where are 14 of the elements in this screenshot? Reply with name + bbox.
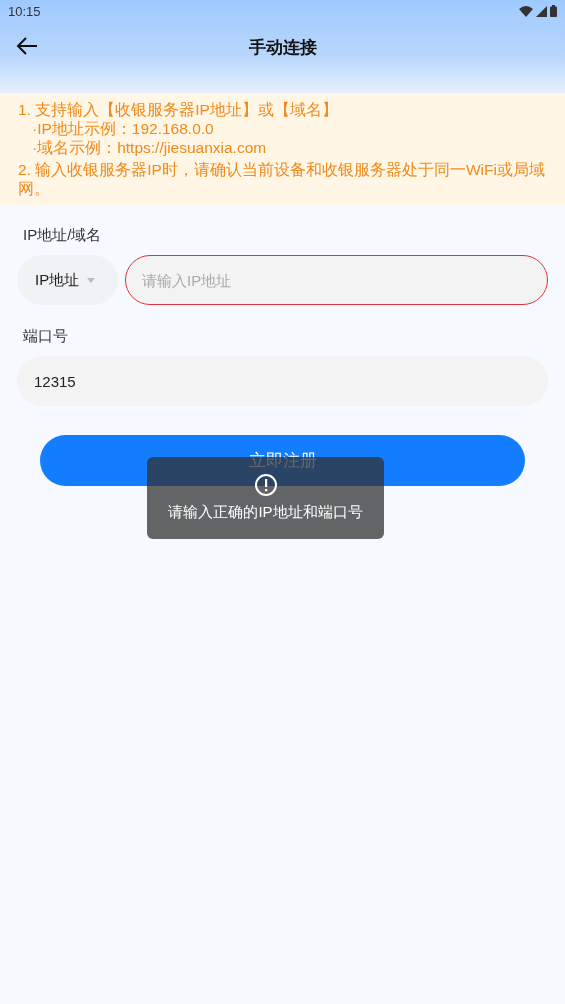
page-title: 手动连接 <box>248 36 317 59</box>
wifi-icon <box>519 5 533 17</box>
field-label: 端口号 <box>22 326 69 346</box>
alert-icon <box>254 474 277 496</box>
battery-icon <box>550 5 557 17</box>
port-input-field[interactable]: 12315 <box>17 356 548 406</box>
ip-input-field[interactable]: 请输入IP地址 <box>125 255 548 305</box>
signal-icon <box>536 5 547 17</box>
notice-text: 1. 支持输入【收银服务器IP地址】或【域名】 ·IP地址示例：192.168.0.0 ·域名示例：https://jiesuanxia.com 2. 输入收银服务器IP时，请确认当前设备和收银服务器处于同一WiFi或局域网。 <box>18 100 546 198</box>
caret-icon <box>87 277 96 283</box>
back-arrow-icon[interactable] <box>16 36 38 56</box>
field-label: IP地址/域名 <box>22 225 103 245</box>
status-time: 10:15 <box>8 3 41 19</box>
type-dropdown[interactable]: IP地址 <box>17 255 118 305</box>
